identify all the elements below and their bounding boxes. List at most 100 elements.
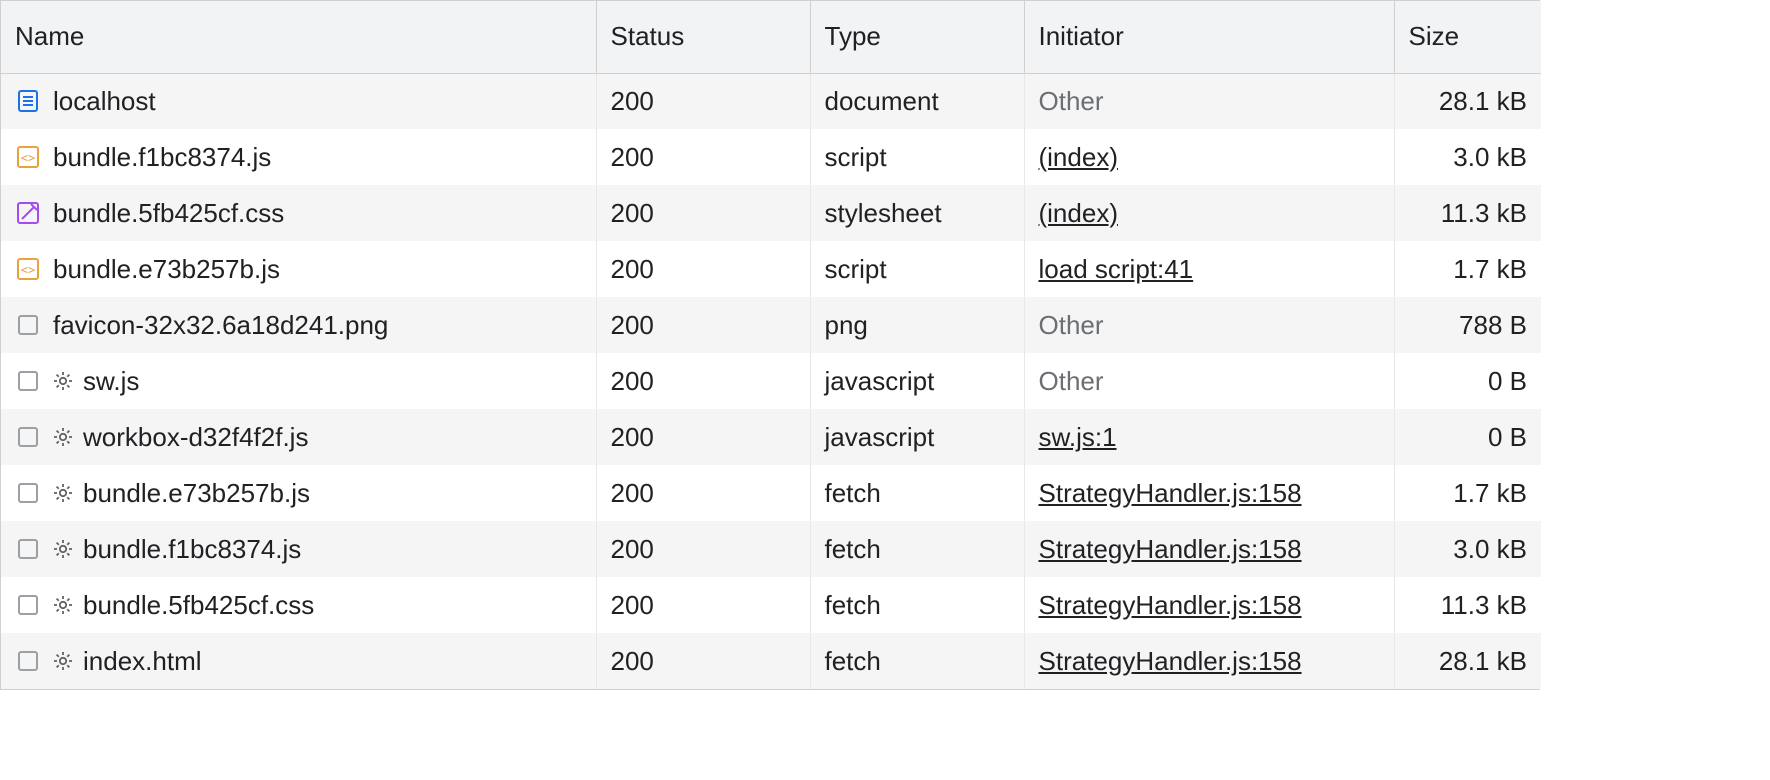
cell-name[interactable]: index.html (1, 633, 596, 689)
network-table: Name Status Type Initiator Size localhos… (1, 1, 1541, 689)
table-row[interactable]: bundle.5fb425cf.css200fetchStrategyHandl… (1, 577, 1541, 633)
table-row[interactable]: bundle.f1bc8374.js200script (index) 3.0 kB (1, 129, 1541, 185)
table-row[interactable]: index.html200fetch StrategyHandler.js:158… (1, 633, 1541, 689)
cell-size: 28.1 kB (1394, 633, 1541, 689)
js-file-icon (15, 144, 41, 170)
cell-name[interactable]: bundle.f1bc8374.js (1, 521, 596, 577)
cell-name[interactable]: bundle.5fb425cf.css (1, 577, 596, 633)
cell-initiator[interactable]: StrategyHandler.js:158 (1024, 633, 1394, 689)
cell-initiator[interactable]: (index) (1024, 129, 1394, 185)
cell-initiator: Other (1024, 353, 1394, 409)
initiator-link[interactable]: StrategyHandler.js:158 (1039, 534, 1302, 564)
column-header-type[interactable]: Type (810, 1, 1024, 73)
initiator-link[interactable]: (index) (1039, 142, 1118, 172)
initiator-link[interactable]: StrategyHandler.js:158 (1039, 478, 1302, 508)
cell-status: 200 (596, 129, 810, 185)
request-name: favicon-32x32.6a18d241.png (53, 310, 388, 341)
cell-initiator: Other (1024, 73, 1394, 129)
request-name: sw.js (83, 366, 139, 397)
request-name: bundle.5fb425cf.css (53, 198, 284, 229)
request-name: localhost (53, 86, 156, 117)
initiator-text: Other (1039, 86, 1104, 116)
cell-initiator[interactable]: StrategyHandler.js:158 (1024, 577, 1394, 633)
request-name: bundle.f1bc8374.js (83, 534, 301, 565)
generic-file-icon (15, 536, 41, 562)
gear-icon (53, 595, 73, 615)
cell-type: document (810, 73, 1024, 129)
cell-size: 11.3 kB (1394, 185, 1541, 241)
cell-status: 200 (596, 353, 810, 409)
table-row[interactable]: bundle.e73b257b.js 200fetch StrategyHandle… (1, 465, 1541, 521)
cell-type: fetch (810, 465, 1024, 521)
cell-size: 1.7 kB (1394, 241, 1541, 297)
gear-icon (53, 539, 73, 559)
cell-type: stylesheet (810, 185, 1024, 241)
generic-file-icon (15, 424, 41, 450)
cell-status: 200 (596, 185, 810, 241)
cell-name[interactable]: localhost (1, 73, 596, 129)
cell-type: script (810, 129, 1024, 185)
initiator-link[interactable]: sw.js:1 (1039, 422, 1117, 452)
request-name: bundle.e73b257b.js (53, 254, 280, 285)
cell-initiator[interactable]: (index) (1024, 185, 1394, 241)
table-row[interactable]: bundle.5fb425cf.css 200stylesheet (index) 1… (1, 185, 1541, 241)
gear-icon (53, 483, 73, 503)
cell-name[interactable]: bundle.e73b257b.js (1, 241, 596, 297)
cell-type: javascript (810, 409, 1024, 465)
js-file-icon (15, 256, 41, 282)
column-header-name[interactable]: Name (1, 1, 596, 73)
cell-type: script (810, 241, 1024, 297)
table-row[interactable]: bundle.e73b257b.js 200script load script:4… (1, 241, 1541, 297)
table-header-row: Name Status Type Initiator Size (1, 1, 1541, 73)
table-row[interactable]: favicon-32x32.6a18d241.png 200png Other 788… (1, 297, 1541, 353)
cell-status: 200 (596, 241, 810, 297)
cell-type: png (810, 297, 1024, 353)
table-row[interactable]: bundle.f1bc8374.js200fetchStrategyHandle… (1, 521, 1541, 577)
cell-name[interactable]: sw.js (1, 353, 596, 409)
initiator-link[interactable]: StrategyHandler.js:158 (1039, 646, 1302, 676)
cell-name[interactable]: bundle.e73b257b.js (1, 465, 596, 521)
cell-name[interactable]: workbox-d32f4f2f.js (1, 409, 596, 465)
initiator-link[interactable]: load script:41 (1039, 254, 1194, 284)
cell-status: 200 (596, 465, 810, 521)
cell-name[interactable]: bundle.f1bc8374.js (1, 129, 596, 185)
initiator-link[interactable]: StrategyHandler.js:158 (1039, 590, 1302, 620)
cell-type: fetch (810, 577, 1024, 633)
cell-status: 200 (596, 409, 810, 465)
cell-size: 788 B (1394, 297, 1541, 353)
column-header-initiator[interactable]: Initiator (1024, 1, 1394, 73)
document-file-icon (15, 88, 41, 114)
table-row[interactable]: workbox-d32f4f2f.js200javascript sw.js:1 0… (1, 409, 1541, 465)
cell-initiator[interactable]: load script:41 (1024, 241, 1394, 297)
cell-type: javascript (810, 353, 1024, 409)
request-name: bundle.5fb425cf.css (83, 590, 314, 621)
cell-type: fetch (810, 633, 1024, 689)
generic-file-icon (15, 592, 41, 618)
cell-size: 3.0 kB (1394, 129, 1541, 185)
cell-name[interactable]: bundle.5fb425cf.css (1, 185, 596, 241)
cell-status: 200 (596, 73, 810, 129)
cell-size: 0 B (1394, 353, 1541, 409)
cell-size: 0 B (1394, 409, 1541, 465)
cell-initiator[interactable]: StrategyHandler.js:158 (1024, 521, 1394, 577)
initiator-text: Other (1039, 310, 1104, 340)
cell-initiator[interactable]: StrategyHandler.js:158 (1024, 465, 1394, 521)
cell-size: 11.3 kB (1394, 577, 1541, 633)
table-row[interactable]: localhost200documentOther28.1 kB (1, 73, 1541, 129)
gear-icon (53, 651, 73, 671)
column-header-status[interactable]: Status (596, 1, 810, 73)
initiator-text: Other (1039, 366, 1104, 396)
cell-initiator[interactable]: sw.js:1 (1024, 409, 1394, 465)
table-row[interactable]: sw.js 200javascript Other 0 B (1, 353, 1541, 409)
cell-size: 3.0 kB (1394, 521, 1541, 577)
cell-status: 200 (596, 633, 810, 689)
cell-status: 200 (596, 521, 810, 577)
cell-initiator: Other (1024, 297, 1394, 353)
cell-name[interactable]: favicon-32x32.6a18d241.png (1, 297, 596, 353)
request-name: bundle.e73b257b.js (83, 478, 310, 509)
initiator-link[interactable]: (index) (1039, 198, 1118, 228)
column-header-size[interactable]: Size (1394, 1, 1541, 73)
cell-status: 200 (596, 297, 810, 353)
gear-icon (53, 371, 73, 391)
generic-file-icon (15, 648, 41, 674)
